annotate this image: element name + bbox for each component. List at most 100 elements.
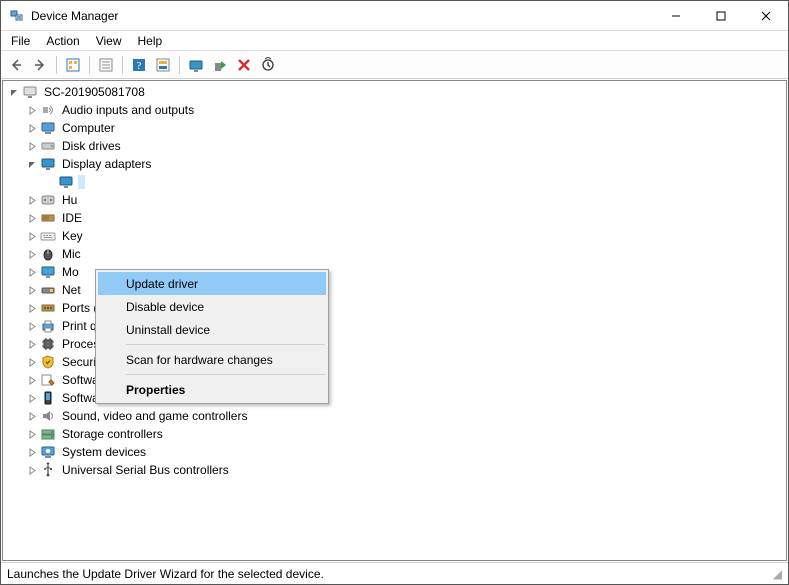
ctx-separator: [126, 344, 325, 345]
network-icon: [40, 282, 56, 298]
scan-hardware-button[interactable]: [257, 54, 279, 76]
cpu-icon: [40, 336, 56, 352]
mouse-icon: [40, 246, 56, 262]
monitor-icon: [40, 264, 56, 280]
security-icon: [40, 354, 56, 370]
tree-category[interactable]: Storage controllers: [3, 425, 786, 443]
app-icon: [9, 8, 25, 24]
system-icon: [40, 444, 56, 460]
chevron-right-icon[interactable]: [25, 103, 39, 117]
chevron-right-icon[interactable]: [25, 211, 39, 225]
device-tree[interactable]: SC-201905081708 Audio inputs and outputs…: [2, 80, 787, 561]
tree-category[interactable]: Sound, video and game controllers: [3, 407, 786, 425]
swdev-icon: [40, 390, 56, 406]
tree-category-label: IDE: [60, 211, 84, 225]
disk-icon: [40, 138, 56, 154]
close-button[interactable]: [743, 1, 788, 31]
ctx-properties[interactable]: Properties: [98, 378, 326, 401]
svg-text:?: ?: [137, 60, 142, 72]
chevron-right-icon[interactable]: [25, 463, 39, 477]
tree-root[interactable]: SC-201905081708: [3, 83, 786, 101]
menu-view[interactable]: View: [88, 33, 130, 49]
tree-device[interactable]: [3, 173, 786, 191]
ctx-update-driver[interactable]: Update driver: [98, 272, 326, 295]
chevron-right-icon[interactable]: [25, 355, 39, 369]
usb-icon: [40, 462, 56, 478]
back-button[interactable]: [5, 54, 27, 76]
statusbar: Launches the Update Driver Wizard for th…: [1, 562, 788, 584]
ctx-uninstall-device[interactable]: Uninstall device: [98, 318, 326, 341]
audio-icon: [40, 102, 56, 118]
tree-category-label: Mic: [60, 247, 83, 261]
menu-help[interactable]: Help: [130, 33, 171, 49]
window-title: Device Manager: [31, 9, 118, 23]
tree-category[interactable]: Computer: [3, 119, 786, 137]
storage-icon: [40, 426, 56, 442]
chevron-right-icon[interactable]: [25, 283, 39, 297]
chevron-right-icon[interactable]: [25, 121, 39, 135]
chevron-down-icon[interactable]: [7, 85, 21, 99]
chevron-right-icon[interactable]: [25, 247, 39, 261]
tree-device-label: [78, 175, 85, 189]
keyboard-icon: [40, 228, 56, 244]
chevron-right-icon[interactable]: [25, 337, 39, 351]
chevron-right-icon[interactable]: [25, 229, 39, 243]
menubar: File Action View Help: [1, 31, 788, 51]
ctx-separator: [126, 374, 325, 375]
chevron-right-icon[interactable]: [25, 445, 39, 459]
tree-category[interactable]: Disk drives: [3, 137, 786, 155]
port-icon: [40, 300, 56, 316]
tree-category[interactable]: Mic: [3, 245, 786, 263]
tree-category-label: Hu: [60, 193, 79, 207]
printer-icon: [40, 318, 56, 334]
uninstall-device-button[interactable]: [233, 54, 255, 76]
forward-button[interactable]: [29, 54, 51, 76]
tree-category[interactable]: IDE: [3, 209, 786, 227]
actions-button[interactable]: [152, 54, 174, 76]
tree-category-label: Display adapters: [60, 157, 153, 171]
computer-icon: [40, 120, 56, 136]
properties-button[interactable]: [95, 54, 117, 76]
tree-category-label: Universal Serial Bus controllers: [60, 463, 231, 477]
tree-category-label: Mo: [60, 265, 81, 279]
menu-action[interactable]: Action: [38, 33, 87, 49]
chevron-right-icon[interactable]: [25, 373, 39, 387]
display-icon: [58, 174, 74, 190]
enable-device-button[interactable]: [209, 54, 231, 76]
chevron-down-icon[interactable]: [25, 157, 39, 171]
tree-category-label: Computer: [60, 121, 117, 135]
menu-file[interactable]: File: [3, 33, 38, 49]
resize-grip-icon[interactable]: ◢: [773, 567, 782, 581]
tree-category[interactable]: System devices: [3, 443, 786, 461]
tree-category-label: Net: [60, 283, 83, 297]
chevron-right-icon[interactable]: [25, 193, 39, 207]
chevron-right-icon[interactable]: [25, 427, 39, 441]
chevron-right-icon[interactable]: [25, 319, 39, 333]
chevron-right-icon[interactable]: [25, 409, 39, 423]
minimize-button[interactable]: [653, 1, 698, 31]
context-menu: Update driver Disable device Uninstall d…: [95, 269, 329, 404]
tree-category[interactable]: Display adapters: [3, 155, 786, 173]
tree-category[interactable]: Key: [3, 227, 786, 245]
chevron-right-icon[interactable]: [25, 391, 39, 405]
tree-category-label: Key: [60, 229, 85, 243]
tree-category[interactable]: Audio inputs and outputs: [3, 101, 786, 119]
hid-icon: [40, 192, 56, 208]
sound-icon: [40, 408, 56, 424]
toolbar: ?: [1, 51, 788, 79]
computer-icon: [22, 84, 38, 100]
ctx-scan-hardware[interactable]: Scan for hardware changes: [98, 348, 326, 371]
ctx-disable-device[interactable]: Disable device: [98, 295, 326, 318]
chevron-right-icon[interactable]: [25, 265, 39, 279]
chevron-right-icon[interactable]: [25, 301, 39, 315]
tree-category-label: Sound, video and game controllers: [60, 409, 249, 423]
tree-category[interactable]: Hu: [3, 191, 786, 209]
tree-root-label: SC-201905081708: [42, 85, 147, 99]
maximize-button[interactable]: [698, 1, 743, 31]
tree-category-label: Disk drives: [60, 139, 123, 153]
chevron-right-icon[interactable]: [25, 139, 39, 153]
update-driver-button[interactable]: [185, 54, 207, 76]
show-hidden-button[interactable]: [62, 54, 84, 76]
help-button[interactable]: ?: [128, 54, 150, 76]
tree-category[interactable]: Universal Serial Bus controllers: [3, 461, 786, 479]
